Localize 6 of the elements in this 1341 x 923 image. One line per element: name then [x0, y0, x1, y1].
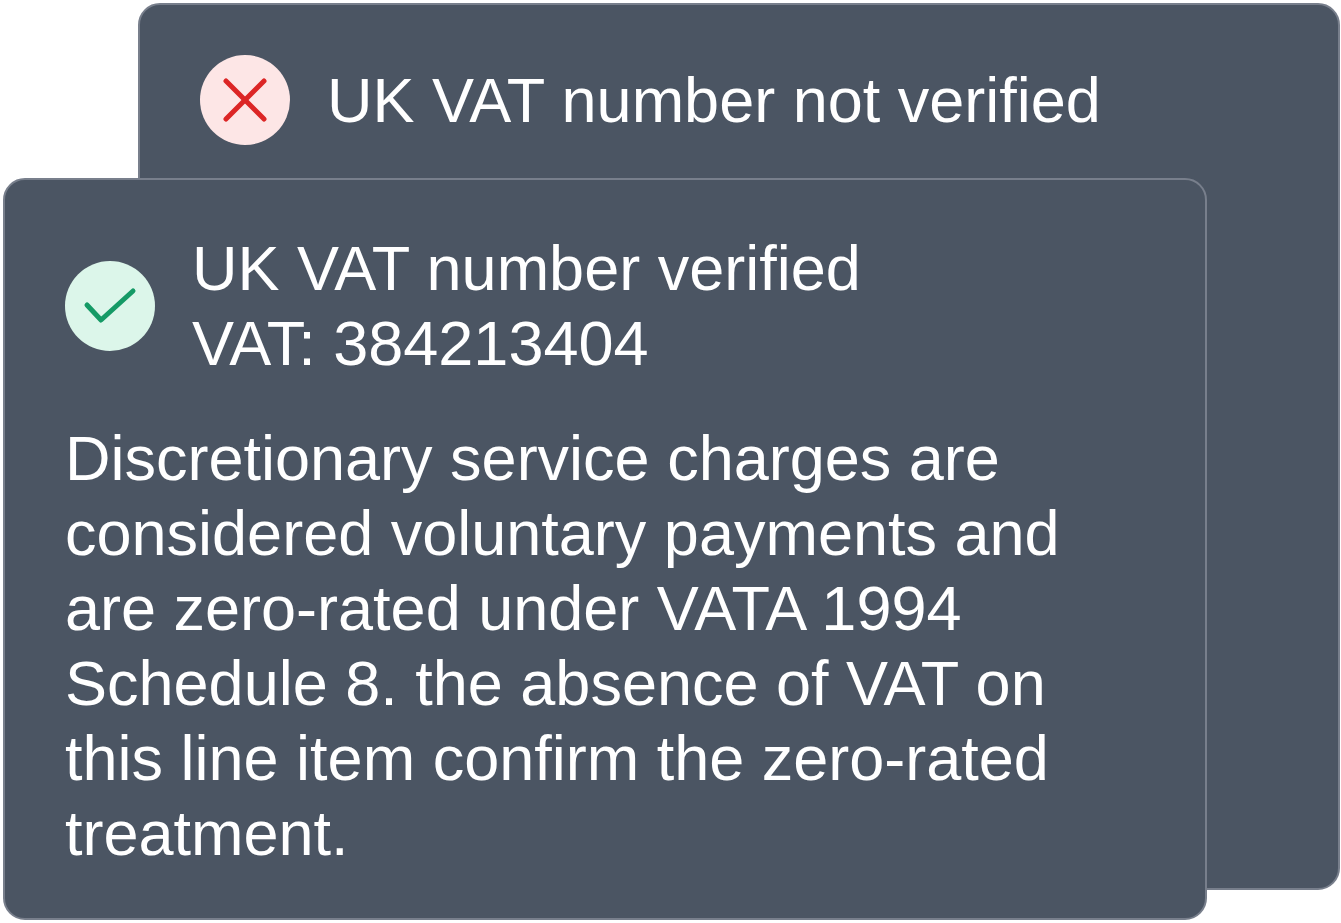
notification-title: UK VAT number not verified — [327, 63, 1101, 137]
cross-circle-icon — [200, 55, 290, 145]
notification-title: UK VAT number verified — [192, 232, 861, 305]
notification-message: Discretionary service charges are considered voluntary payments and are zero-rated under VATA 1994 Schedule 8. the absence of VAT on this line item confirm the zero-rated treatment. — [65, 422, 1061, 870]
vat-number-text: VAT: 384213404 — [192, 307, 650, 380]
check-circle-icon — [65, 261, 155, 351]
